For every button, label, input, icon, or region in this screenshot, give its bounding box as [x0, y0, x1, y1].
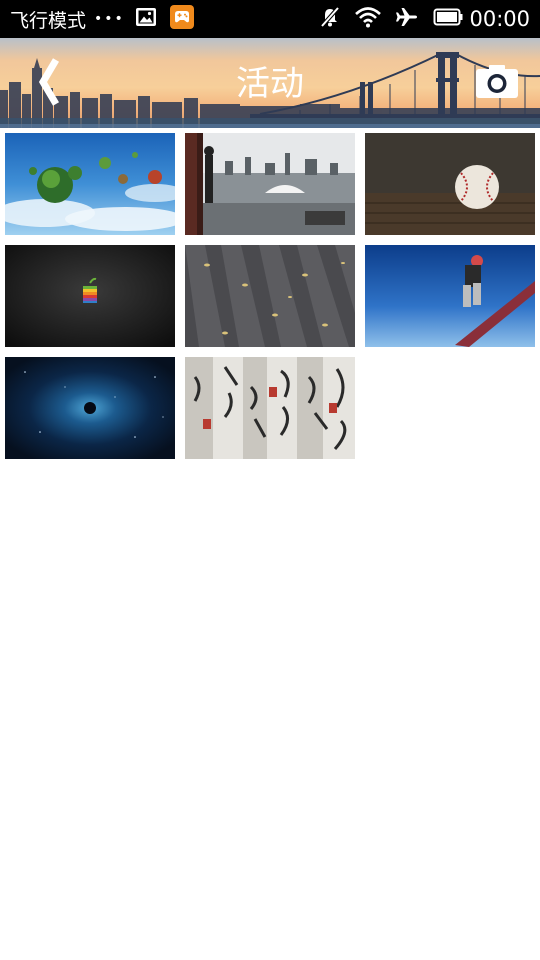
game-icon [169, 5, 194, 33]
mute-icon [319, 6, 341, 32]
header-bar: 活动 [0, 38, 540, 128]
photo-tile-wooden-deck-leaves[interactable] [185, 245, 355, 347]
wifi-icon [355, 6, 382, 32]
photo-tile-floating-islands[interactable] [5, 133, 175, 235]
status-bar: 飞行模式 ••• 00:00 [0, 0, 540, 38]
photo-tile-apple-dark[interactable] [5, 245, 175, 347]
photo-tile-baseball[interactable] [365, 133, 535, 235]
status-left: 飞行模式 ••• [10, 0, 194, 38]
status-right: 00:00 [305, 0, 530, 38]
camera-button[interactable] [472, 62, 522, 104]
airplane-mode-label: 飞行模式 [10, 9, 87, 32]
header-city-banner [0, 38, 540, 128]
photo-tile-snowboarder-sky[interactable] [365, 245, 535, 347]
back-button[interactable] [30, 54, 74, 112]
photo-tile-city-window-view[interactable] [185, 133, 355, 235]
battery-icon [433, 7, 463, 31]
back-chevron-icon [38, 58, 60, 106]
more-notifications-dots: ••• [94, 11, 125, 27]
photo-tile-space-galaxy[interactable] [5, 357, 175, 459]
photo-tile-chinese-calligraphy[interactable] [185, 357, 355, 459]
airplane-icon [395, 6, 419, 32]
clock-time: 00:00 [469, 7, 530, 31]
camera-icon [476, 65, 518, 98]
image-icon [135, 7, 157, 31]
